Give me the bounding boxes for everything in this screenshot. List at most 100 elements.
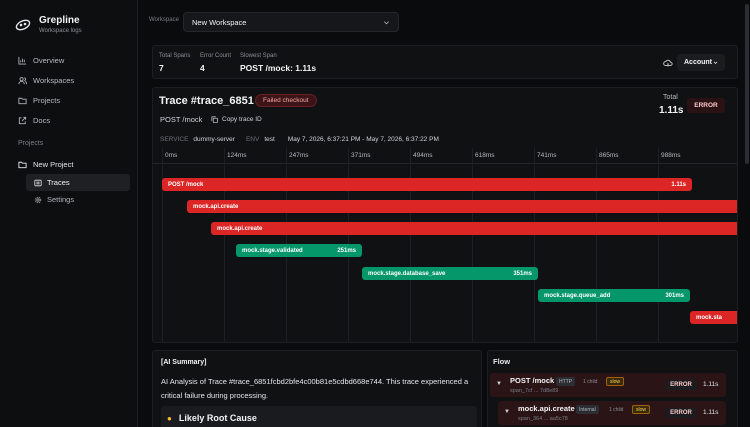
span-bar[interactable]: mock.api.create: [187, 200, 737, 213]
timeline-tick-label: 741ms: [537, 152, 557, 159]
brand: Grepline Workspace logs: [15, 14, 82, 36]
account-label: Account: [684, 59, 712, 66]
span-bar-name: mock.api.create: [193, 203, 239, 210]
span-bar-name: POST /mock: [168, 181, 204, 188]
children-count: 1 child: [583, 379, 598, 385]
sidebar-item-traces[interactable]: Traces: [26, 174, 130, 191]
chevron-down-icon[interactable]: ▼: [504, 409, 510, 415]
nav-item-overview[interactable]: Overview: [12, 50, 130, 70]
trace-meta: SERVICE dummy-server ENV test May 7, 202…: [160, 136, 439, 143]
trace-method: POST /mock: [160, 115, 203, 124]
stat-slowest-span: Slowest Span POST /mock: 1.11s: [240, 53, 316, 73]
timeline: 0ms 124ms 247ms 371ms 494ms 618ms 741ms 865ms 98…: [153, 148, 737, 342]
project-item[interactable]: New Project: [12, 155, 130, 174]
projects-section-label: Projects: [18, 140, 44, 147]
error-badge: ERROR: [687, 98, 725, 113]
service-key: SERVICE: [160, 136, 189, 143]
nav-label: Docs: [33, 115, 51, 125]
sidebar: Grepline Workspace logs Overview Workspa…: [0, 0, 138, 427]
copy-trace-id-button[interactable]: Copy trace ID: [211, 116, 262, 123]
span-bar[interactable]: mock.stage.validated 251ms: [236, 244, 362, 257]
flow-node-duration: 1.11s: [703, 409, 719, 416]
flow-node[interactable]: ▼ POST /mock HTTP 1 child slow span_7cf …: [490, 373, 726, 397]
timeline-tick-label: 0ms: [165, 152, 178, 159]
timeline-gridline: [162, 148, 163, 342]
children-count: 1 child: [609, 407, 624, 413]
span-type-badge: HTTP: [556, 377, 576, 386]
timeline-axis: [153, 163, 737, 164]
stat-label: Slowest Span: [240, 53, 277, 59]
span-bar-name: mock.sta: [696, 314, 723, 321]
timeline-tick-label: 865ms: [599, 152, 619, 159]
slow-badge: slow: [632, 405, 651, 414]
nav-label: Overview: [33, 55, 65, 65]
span-bar-name: mock.stage.queue_add: [544, 292, 611, 299]
flow-node[interactable]: ▼ mock.api.create Internal 1 child slow …: [498, 401, 726, 425]
root-cause-title: Likely Root Cause: [178, 413, 257, 423]
slow-badge: slow: [606, 377, 625, 386]
span-bar[interactable]: mock.stage.queue_add 301ms: [538, 289, 690, 302]
chevron-down-icon[interactable]: ▼: [496, 381, 502, 387]
trace-panel: Trace #trace_6851 Failed checkout Total …: [152, 87, 738, 343]
span-bar-duration: 251ms: [337, 247, 356, 254]
chevron-down-icon: [713, 61, 718, 64]
project-name: New Project: [33, 160, 74, 169]
span-bar-name: mock.stage.validated: [242, 247, 303, 254]
gear-icon: [34, 196, 42, 203]
project-group: New Project Traces Settings: [12, 155, 130, 208]
span-bar[interactable]: mock.sta: [690, 311, 737, 324]
nav-label: Projects: [33, 95, 61, 105]
ai-summary-panel: [AI Summary] AI Analysis of Trace #trace…: [152, 350, 482, 427]
users-icon: [18, 76, 27, 84]
span-bar[interactable]: mock.stage.database_save 351ms: [362, 267, 538, 280]
flow-node-name: POST /mock: [510, 376, 555, 385]
span-id: span_7cf ... 7d8e89: [510, 388, 559, 394]
workspace-select[interactable]: New Workspace: [183, 12, 399, 32]
span-bar-name: mock.api.create: [217, 225, 263, 232]
service-value: dummy-server: [193, 136, 235, 143]
span-bar[interactable]: POST /mock 1.11s: [162, 178, 692, 191]
lightbulb-icon: ●: [167, 413, 172, 423]
scrollbar-thumb[interactable]: [745, 4, 749, 164]
flow-node-name: mock.api.create: [518, 404, 575, 413]
logo-icon: [15, 19, 31, 31]
error-badge: ERROR: [666, 380, 696, 390]
stat-value: 7: [159, 63, 164, 73]
account-button[interactable]: Account: [677, 54, 725, 71]
nav-item-workspaces[interactable]: Workspaces: [12, 70, 130, 90]
stat-error-count: Error Count 4: [200, 53, 231, 73]
span-type-badge: Internal: [576, 405, 599, 414]
env-key: ENV: [245, 136, 260, 143]
folder-icon: [18, 161, 27, 169]
flow-node-duration: 1.11s: [703, 381, 719, 388]
total-label: Total: [663, 94, 678, 101]
copy-label: Copy trace ID: [222, 116, 262, 123]
env-value: test: [264, 136, 275, 143]
span-bar[interactable]: mock.api.create: [211, 222, 737, 235]
timeline-tick-label: 124ms: [227, 152, 247, 159]
ai-summary-title: [AI Summary]: [161, 359, 207, 366]
sidebar-item-settings[interactable]: Settings: [26, 191, 130, 208]
stat-value: POST /mock: 1.11s: [240, 63, 317, 73]
span-bar-duration: 351ms: [513, 270, 532, 277]
app-name: Grepline: [39, 15, 80, 26]
timeline-tick-label: 371ms: [351, 152, 371, 159]
stat-total-spans: Total Spans 7: [159, 53, 190, 73]
cloud-icon[interactable]: [663, 58, 673, 68]
flow-title: Flow: [493, 357, 511, 366]
span-bar-duration: 301ms: [665, 292, 684, 299]
workspace-label: Workspace: [149, 17, 179, 23]
root-cause-card[interactable]: ● Likely Root Cause: [161, 406, 477, 427]
nav-item-docs[interactable]: Docs: [12, 110, 130, 130]
total-value: 1.11s: [659, 105, 684, 116]
error-badge: ERROR: [666, 408, 696, 418]
stat-value: 4: [200, 63, 205, 73]
timeline-tick-label: 988ms: [661, 152, 681, 159]
workspace-value: New Workspace: [192, 17, 247, 27]
span-bar-name: mock.stage.database_save: [368, 270, 446, 277]
external-link-icon: [18, 116, 27, 124]
nav-item-projects[interactable]: Projects: [12, 90, 130, 110]
flow-panel: Flow ▼ POST /mock HTTP 1 child slow span…: [487, 350, 738, 427]
chart-icon: [18, 56, 27, 65]
time-range: May 7, 2026, 6:37:21 PM - May 7, 2026, 6…: [287, 136, 439, 143]
